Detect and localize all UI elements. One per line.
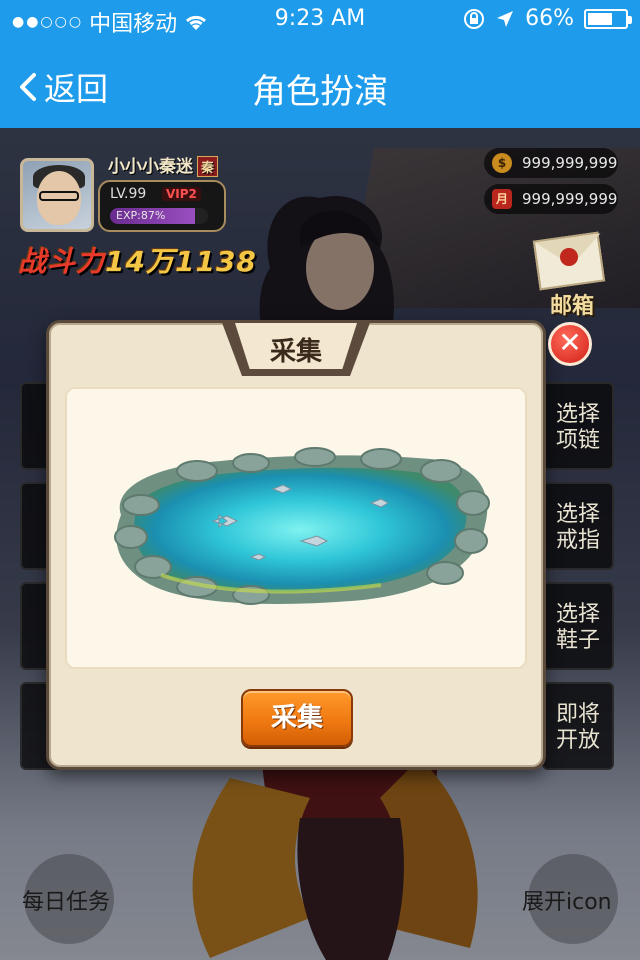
battery-icon xyxy=(584,8,632,29)
location-arrow-icon xyxy=(497,10,514,27)
mailbox-label: 邮箱 xyxy=(550,294,595,319)
select-necklace-button[interactable]: 选择 项链 xyxy=(542,382,614,470)
avatar-glasses xyxy=(39,191,79,201)
player-name-row: 小小小秦迷秦 xyxy=(108,152,219,177)
battery-percent: 66% xyxy=(525,6,574,31)
page-title: 角色扮演 xyxy=(252,72,388,112)
combat-power-label: 战斗力 xyxy=(18,245,106,278)
select-shoes-line2: 鞋子 xyxy=(555,628,600,653)
close-dialog-button[interactable]: ✕ xyxy=(548,322,592,366)
player-profile[interactable]: 小小小秦迷秦 LV.99 VIP2 EXP:87% xyxy=(20,156,230,232)
ingot-currency: 月 999,999,999 xyxy=(484,184,618,214)
orientation-lock-icon xyxy=(464,8,485,29)
select-necklace-line1: 选择 xyxy=(555,402,600,427)
fish-pond-image xyxy=(114,447,490,605)
combat-power: 战斗力14万1138 xyxy=(18,240,257,280)
collect-button[interactable]: 采集 xyxy=(241,689,353,747)
select-ring-line2: 戒指 xyxy=(555,528,600,553)
gold-amount: 999,999,999 xyxy=(522,154,618,172)
ingot-amount: 999,999,999 xyxy=(522,190,618,208)
gold-currency: $ 999,999,999 xyxy=(484,148,618,178)
player-name: 小小小秦迷 xyxy=(108,157,193,177)
coming-soon-button[interactable]: 即将 开放 xyxy=(542,682,614,770)
combat-power-value: 14万1138 xyxy=(105,245,257,278)
mailbox-button[interactable]: 邮箱 xyxy=(532,228,612,319)
exp-bar: EXP:87% xyxy=(110,208,208,224)
exp-text: EXP:87% xyxy=(116,209,166,222)
expand-label[interactable]: 展开icon xyxy=(522,884,612,916)
select-ring-line1: 选择 xyxy=(555,502,600,527)
select-shoes-button[interactable]: 选择 鞋子 xyxy=(542,582,614,670)
level-panel: LV.99 VIP2 EXP:87% xyxy=(98,180,226,232)
navigation-bar: 返回 角色扮演 xyxy=(0,40,640,128)
player-level: LV.99 xyxy=(110,186,147,202)
status-right: 66% xyxy=(463,6,632,31)
coming-soon-line2: 开放 xyxy=(555,728,600,753)
dialog-title: 采集 xyxy=(269,337,322,367)
ingot-icon: 月 xyxy=(492,189,512,209)
daily-tasks-label[interactable]: 每日任务 xyxy=(22,884,110,916)
gold-coin-icon: $ xyxy=(492,153,512,173)
collect-dialog: 采集 采集 xyxy=(46,320,546,770)
select-shoes-line1: 选择 xyxy=(555,602,600,627)
faction-badge: 秦 xyxy=(197,156,219,177)
wax-seal-icon xyxy=(560,248,578,266)
close-icon: ✕ xyxy=(558,326,582,359)
select-necklace-line2: 项链 xyxy=(555,428,600,453)
avatar[interactable] xyxy=(20,158,94,232)
status-bar: ●●○○○ 中国移动 9:23 AM 66% xyxy=(0,0,640,40)
dialog-content-panel xyxy=(65,387,527,669)
select-ring-button[interactable]: 选择 戒指 xyxy=(542,482,614,570)
vip-badge: VIP2 xyxy=(162,187,201,201)
coming-soon-line1: 即将 xyxy=(555,702,600,727)
